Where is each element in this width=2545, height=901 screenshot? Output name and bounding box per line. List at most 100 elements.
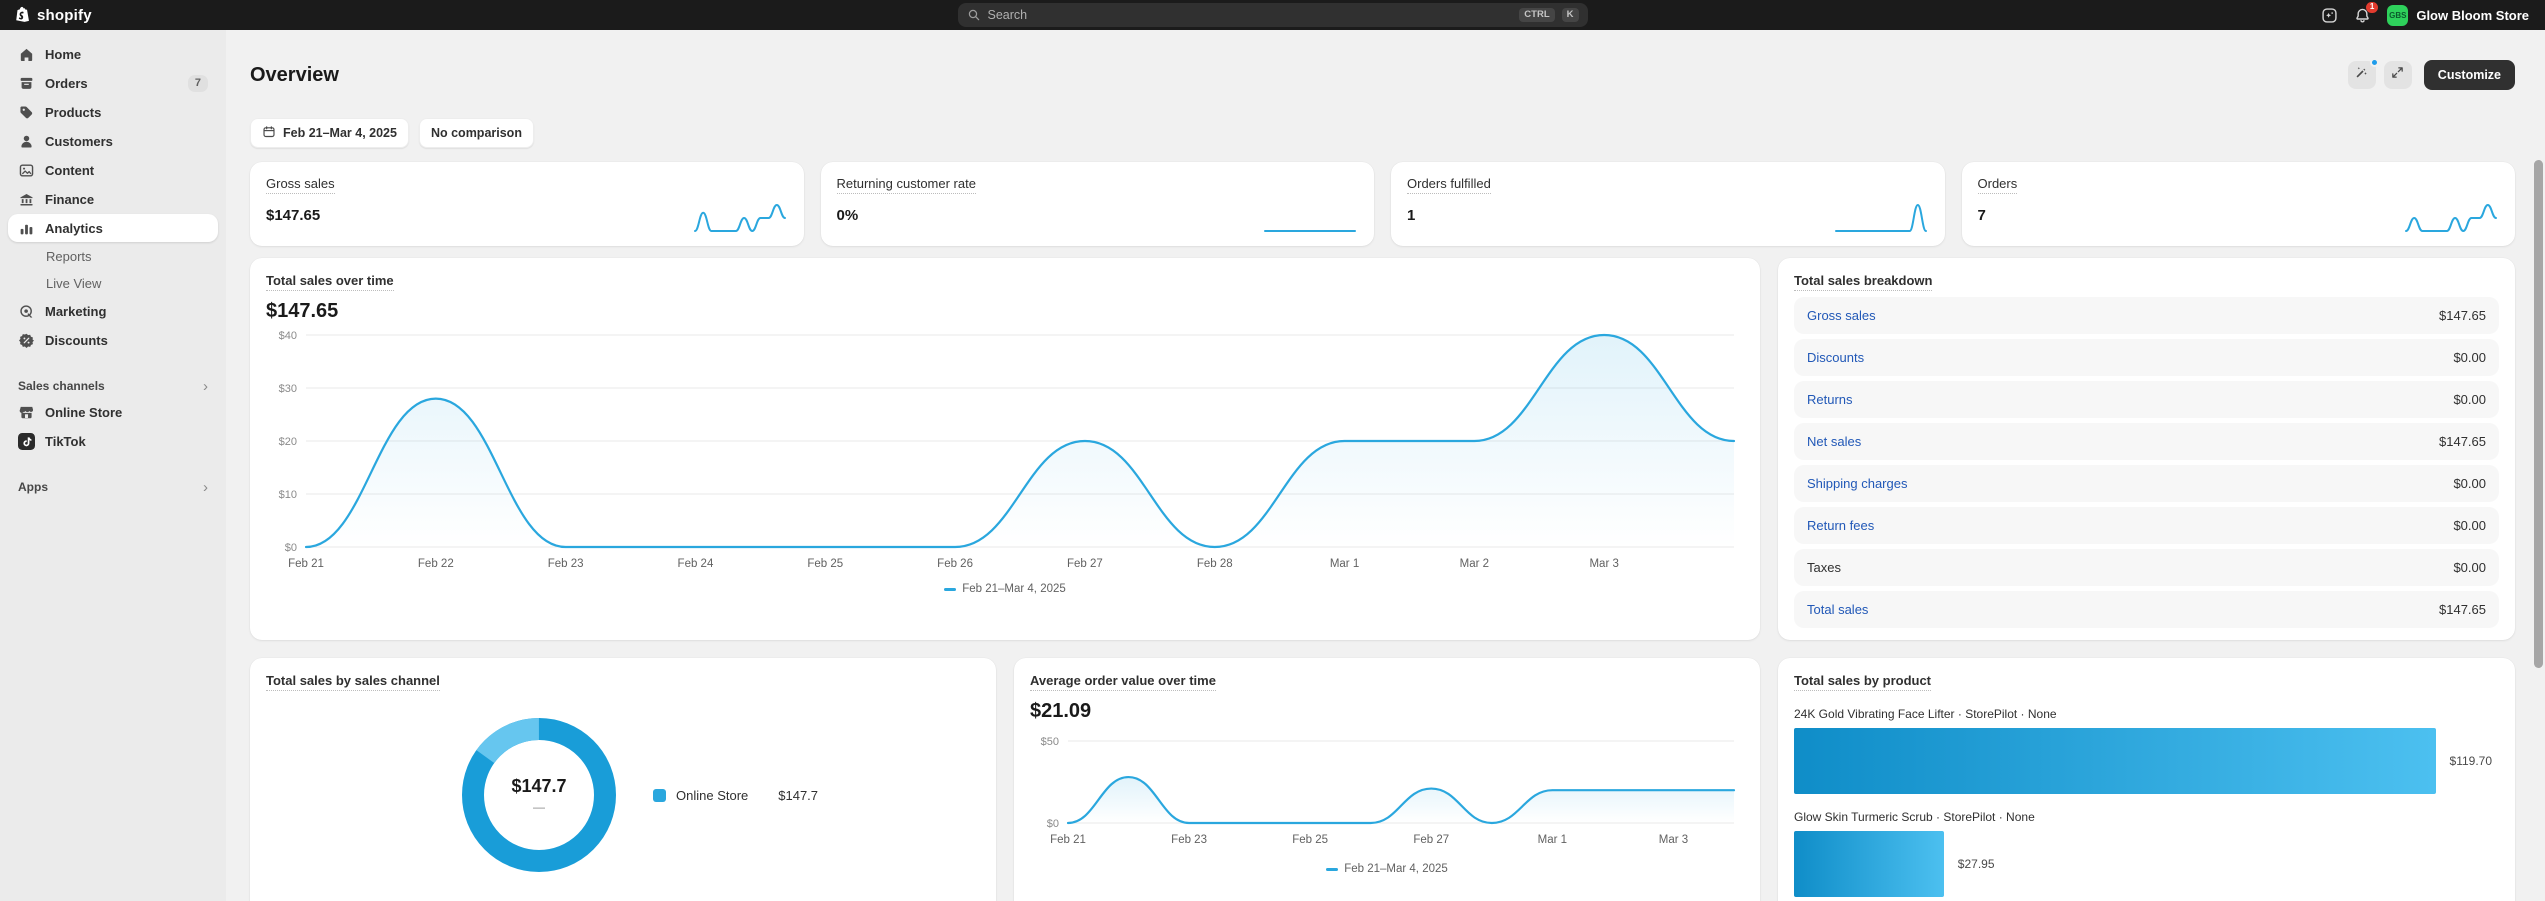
apps-label: Apps <box>18 480 48 494</box>
page-scrollbar[interactable] <box>2534 160 2543 668</box>
kpi-label: Returning customer rate <box>837 176 976 194</box>
calendar-icon <box>262 125 276 142</box>
sidebar-item-content[interactable]: Content <box>8 156 218 184</box>
panel-title[interactable]: Total sales by product <box>1794 673 1931 691</box>
customize-button[interactable]: Customize <box>2424 60 2515 90</box>
store-name: Glow Bloom Store <box>2416 8 2529 23</box>
product-label: 24K Gold Vibrating Face Lifter · StorePi… <box>1794 707 2499 721</box>
breakdown-value: $147.65 <box>2439 308 2486 323</box>
sidebar-item-orders[interactable]: Orders7 <box>8 69 218 97</box>
breakdown-label[interactable]: Return fees <box>1807 518 1874 533</box>
sidebar-subitem-reports[interactable]: Reports <box>8 243 218 269</box>
sidebar-item-label: Customers <box>45 134 113 149</box>
search-input[interactable] <box>988 8 1513 22</box>
comparison-button[interactable]: No comparison <box>419 118 534 148</box>
breakdown-label: Taxes <box>1807 560 1841 575</box>
sidebar-item-discounts[interactable]: Discounts <box>8 326 218 354</box>
svg-text:$40: $40 <box>279 330 297 342</box>
chevron-right-icon: › <box>203 480 208 495</box>
product-bar[interactable] <box>1794 831 1944 897</box>
panel-title[interactable]: Total sales over time <box>266 273 394 291</box>
breakdown-value: $0.00 <box>2453 560 2486 575</box>
kpi-label: Orders <box>1978 176 2018 194</box>
svg-text:Feb 23: Feb 23 <box>1171 834 1207 846</box>
breakdown-label[interactable]: Net sales <box>1807 434 1861 449</box>
content-icon <box>18 162 35 179</box>
insights-button[interactable] <box>2348 61 2376 89</box>
sidebar-item-products[interactable]: Products <box>8 98 218 126</box>
breakdown-label[interactable]: Shipping charges <box>1807 476 1907 491</box>
panel-title[interactable]: Total sales by sales channel <box>266 673 440 691</box>
product-bar-item: Glow Skin Turmeric Scrub · StorePilot · … <box>1794 810 2499 897</box>
sidebar-item-label: Discounts <box>45 333 108 348</box>
breakdown-label[interactable]: Discounts <box>1807 350 1864 365</box>
comparison-label: No comparison <box>431 126 522 140</box>
sidebar-item-home[interactable]: Home <box>8 40 218 68</box>
svg-text:Feb 24: Feb 24 <box>678 558 714 570</box>
breakdown-row-discounts: Discounts $0.00 <box>1794 339 2499 376</box>
channel-donut-chart: $147.7 — <box>451 707 627 883</box>
channel-legend-item: Online Store $147.7 <box>653 788 818 803</box>
svg-text:Mar 2: Mar 2 <box>1460 558 1489 570</box>
breakdown-value: $0.00 <box>2453 350 2486 365</box>
products-icon <box>18 104 35 121</box>
sidekick-icon[interactable] <box>2321 7 2338 24</box>
legend-square-icon <box>653 789 666 802</box>
shopify-bag-icon <box>16 6 32 24</box>
sidebar-item-analytics[interactable]: Analytics <box>8 214 218 242</box>
panel-title[interactable]: Average order value over time <box>1030 673 1216 691</box>
sidebar-channel-tiktok[interactable]: TikTok <box>8 427 218 455</box>
average-order-value-panel: Average order value over time $21.09 $50… <box>1014 658 1760 901</box>
apps-header[interactable]: Apps › <box>8 475 218 499</box>
chart-legend: Feb 21–Mar 4, 2025 <box>1030 863 1744 875</box>
product-label: Glow Skin Turmeric Scrub · StorePilot · … <box>1794 810 2499 824</box>
breakdown-label[interactable]: Total sales <box>1807 602 1868 617</box>
global-search[interactable]: CTRL K <box>958 3 1588 27</box>
sidebar-subitem-live-view[interactable]: Live View <box>8 270 218 296</box>
sidebar-item-finance[interactable]: Finance <box>8 185 218 213</box>
chart-legend: Feb 21–Mar 4, 2025 <box>266 583 1744 595</box>
aov-chart: $50$0Feb 21Feb 23Feb 25Feb 27Mar 1Mar 3 <box>1030 725 1744 849</box>
donut-delta: — <box>533 800 545 814</box>
expand-button[interactable] <box>2384 61 2412 89</box>
breakdown-label[interactable]: Gross sales <box>1807 308 1876 323</box>
kpi-sparkline <box>2403 201 2499 235</box>
sidebar: Home Orders7Products Customers Content Finan… <box>0 30 226 901</box>
breakdown-label[interactable]: Returns <box>1807 392 1853 407</box>
product-bar[interactable] <box>1794 728 2436 794</box>
notifications-bell-icon[interactable]: 1 <box>2354 7 2371 24</box>
customers-icon <box>18 133 35 150</box>
shopify-logo[interactable]: shopify <box>16 6 92 24</box>
svg-text:Feb 23: Feb 23 <box>548 558 584 570</box>
main-content: Overview Customize Feb 21–Mar 4, 2025 No… <box>226 30 2545 901</box>
product-value: $119.70 <box>2450 754 2493 768</box>
panel-title[interactable]: Total sales breakdown <box>1794 273 1932 291</box>
sales-by-product-panel: Total sales by product 24K Gold Vibratin… <box>1778 658 2515 901</box>
sidebar-item-label: Finance <box>45 192 94 207</box>
kpi-sparkline <box>1833 201 1929 235</box>
date-range-label: Feb 21–Mar 4, 2025 <box>283 126 397 140</box>
store-menu[interactable]: GBS Glow Bloom Store <box>2387 5 2529 26</box>
sidebar-item-label: Home <box>45 47 81 62</box>
breakdown-value: $147.65 <box>2439 434 2486 449</box>
kpi-card-orders[interactable]: Orders7 <box>1962 162 2516 246</box>
kpi-row: Gross sales$147.65Returning customer rat… <box>250 162 2515 246</box>
kpi-card-orders-fulfilled[interactable]: Orders fulfilled1 <box>1391 162 1945 246</box>
sales-channels-header[interactable]: Sales channels › <box>8 374 218 398</box>
svg-text:Feb 25: Feb 25 <box>807 558 843 570</box>
kpi-sparkline <box>692 201 788 235</box>
notification-count-badge: 1 <box>2366 2 2378 13</box>
sidebar-item-customers[interactable]: Customers <box>8 127 218 155</box>
kpi-card-returning-customer-rate[interactable]: Returning customer rate0% <box>821 162 1375 246</box>
sidebar-item-marketing[interactable]: Marketing <box>8 297 218 325</box>
tiktok-icon <box>18 433 35 450</box>
kpi-card-gross-sales[interactable]: Gross sales$147.65 <box>250 162 804 246</box>
breakdown-row-return-fees: Return fees$0.00 <box>1794 507 2499 544</box>
channel-value: $147.7 <box>778 788 818 803</box>
expand-icon <box>2390 65 2405 85</box>
date-range-button[interactable]: Feb 21–Mar 4, 2025 <box>250 118 409 148</box>
store-avatar: GBS <box>2387 5 2408 26</box>
svg-text:Mar 1: Mar 1 <box>1538 834 1567 846</box>
breakdown-row-taxes: Taxes $0.00 <box>1794 549 2499 586</box>
sidebar-channel-online-store[interactable]: Online Store <box>8 398 218 426</box>
